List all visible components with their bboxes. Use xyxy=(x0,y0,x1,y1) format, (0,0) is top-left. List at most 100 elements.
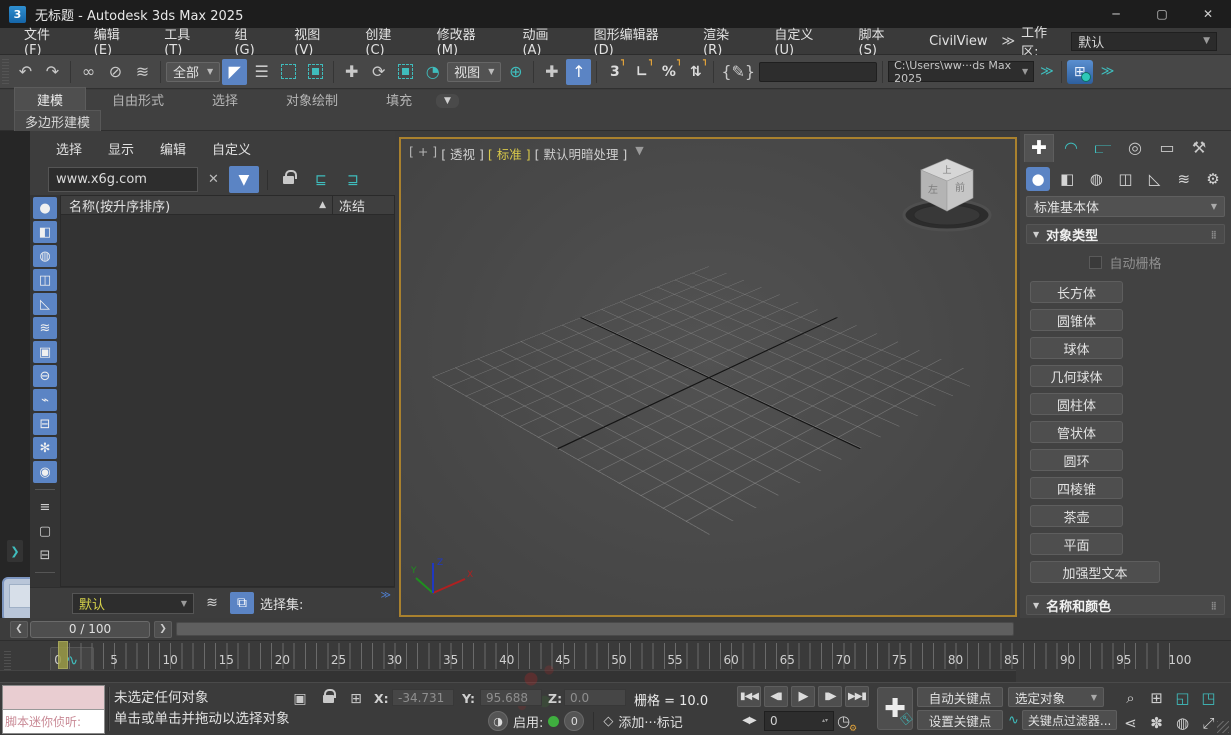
modify-tab[interactable]: ◠ xyxy=(1056,134,1086,162)
geosphere-button[interactable]: 几何球体 xyxy=(1030,365,1123,387)
explorer-menu-item[interactable]: 选择 xyxy=(56,139,82,158)
zoom-all-button[interactable]: ⊞ xyxy=(1144,686,1169,710)
search-filter-button[interactable]: ▼ xyxy=(228,166,259,193)
teapot-button[interactable]: 茶壶 xyxy=(1030,505,1123,527)
autogrid-checkbox[interactable] xyxy=(1089,256,1103,269)
display-xref-icon[interactable]: ✻ xyxy=(33,437,57,459)
percent-snap-button[interactable]: % xyxy=(656,59,681,85)
per-view-filter-icon[interactable]: ▼ xyxy=(635,144,643,163)
display-bones-icon[interactable]: ⌁ xyxy=(33,389,57,411)
torus-button[interactable]: 圆环 xyxy=(1030,449,1123,471)
previous-frame-arrow[interactable]: ❮ xyxy=(10,620,28,638)
select-and-manipulate-button[interactable]: ↑ xyxy=(566,58,592,85)
auto-key-button[interactable]: 自动关键点 xyxy=(917,687,1003,707)
use-pivot-center-button[interactable]: ⊕ xyxy=(503,59,528,85)
geometry-category-button[interactable]: ● xyxy=(1026,167,1051,191)
name-column-header[interactable]: 名称(按升序排序) ▲ xyxy=(61,196,332,215)
footer-overflow-icon[interactable]: ≫ xyxy=(381,590,392,601)
ribbon-tab-selection[interactable]: 选择 xyxy=(190,88,260,111)
name-color-rollout-header[interactable]: ▼ 名称和颜色 ⣿ xyxy=(1026,595,1225,615)
viewport-menu-general[interactable]: [ + ] xyxy=(409,144,437,163)
zoom-extents-all-button[interactable]: ◳ xyxy=(1196,686,1221,710)
display-spacewarps-icon[interactable]: ≋ xyxy=(33,317,57,339)
select-and-place-button[interactable]: ◔ xyxy=(420,59,445,85)
named-selection-set-field[interactable] xyxy=(759,61,878,82)
frame-spinner[interactable]: ▴▾ xyxy=(822,718,828,724)
next-frame-button[interactable]: ▮▶ xyxy=(818,686,842,707)
explorer-search-input[interactable]: www.x6g.com xyxy=(48,167,198,192)
current-frame-field[interactable]: 0 ▴▾ xyxy=(764,710,834,731)
select-by-name-button[interactable]: ☰ xyxy=(249,59,274,85)
zoom-extents-button[interactable]: ◱ xyxy=(1170,686,1195,710)
select-and-move-button[interactable]: ✚ xyxy=(339,59,364,85)
y-coordinate-field[interactable]: 95.688 xyxy=(480,689,542,706)
spinner-snap-button[interactable]: ⇅ xyxy=(683,59,708,85)
helpers-category-button[interactable]: ◺ xyxy=(1143,167,1167,191)
rectangular-selection-region-button[interactable] xyxy=(276,59,301,85)
ribbon-options-dropdown[interactable]: ▼ xyxy=(436,94,459,108)
layers-icon[interactable]: ≋ xyxy=(200,592,224,614)
box-button[interactable]: 长方体 xyxy=(1030,281,1123,303)
ribbon-tab-object-paint[interactable]: 对象绘制 xyxy=(264,88,360,111)
lights-category-button[interactable]: ◍ xyxy=(1084,167,1108,191)
redo-button[interactable]: ↷ xyxy=(40,59,65,85)
viewcube[interactable]: 上 左 前 xyxy=(899,153,995,239)
previous-frame-button[interactable]: ◀▮ xyxy=(764,686,788,707)
display-tab[interactable]: ▭ xyxy=(1152,134,1182,162)
display-frozen-icon[interactable]: ⊟ xyxy=(33,413,57,435)
lock-explorer-button[interactable] xyxy=(276,168,302,192)
play-button[interactable]: ▶ xyxy=(791,686,815,707)
display-hidden-icon[interactable]: ◉ xyxy=(33,461,57,483)
workspace-dropdown[interactable]: 默认 ▼ xyxy=(1071,31,1217,51)
display-geometry-icon[interactable]: ● xyxy=(33,197,57,219)
display-containers-icon[interactable]: ⊖ xyxy=(33,365,57,387)
display-lights-icon[interactable]: ◍ xyxy=(33,245,57,267)
perspective-viewport[interactable]: [ + ] [ 透视 ] [ 标准 ] [ 默认明暗处理 ] ▼ 上 左 前 X… xyxy=(399,137,1017,617)
selection-filter-dropdown[interactable]: 全部 ▼ xyxy=(166,61,221,82)
time-configuration-button[interactable]: ◷ xyxy=(837,712,857,734)
selection-lock-icon[interactable] xyxy=(316,689,340,709)
next-frame-arrow[interactable]: ❯ xyxy=(154,620,172,638)
sphere-button[interactable]: 球体 xyxy=(1030,337,1123,359)
display-cameras-icon[interactable]: ◫ xyxy=(33,269,57,291)
adaptive-degradation-icon[interactable]: ◑ xyxy=(488,711,508,731)
zoom-button[interactable]: ⌕ xyxy=(1118,686,1143,710)
select-object-button[interactable]: ◤ xyxy=(222,58,248,85)
x-coordinate-field[interactable]: -34.731 xyxy=(392,689,454,706)
undo-button[interactable]: ↶ xyxy=(13,59,38,85)
motion-tab[interactable]: ◎ xyxy=(1120,134,1150,162)
select-and-rotate-button[interactable]: ⟳ xyxy=(366,59,391,85)
explorer-menu-item[interactable]: 编辑 xyxy=(160,139,186,158)
menu-overflow-icon[interactable]: ≫ xyxy=(1002,34,1016,49)
time-slider-handle[interactable]: 0 / 100 xyxy=(30,620,150,638)
tube-button[interactable]: 管状体 xyxy=(1030,421,1123,443)
explorer-rows-empty[interactable] xyxy=(61,215,394,586)
edit-named-selection-sets-button[interactable]: {✎} xyxy=(719,59,757,85)
plane-button[interactable]: 平面 xyxy=(1030,533,1123,555)
set-key-button[interactable]: 设置关键点 xyxy=(917,710,1003,730)
menu-item[interactable]: CivilView xyxy=(915,30,1001,53)
window-resize-grip[interactable] xyxy=(1217,721,1229,733)
field-of-view-button[interactable]: ⋖ xyxy=(1118,711,1143,735)
freeze-column-header[interactable]: 冻结 xyxy=(332,195,394,215)
set-keys-button[interactable]: ✚ ⚿ xyxy=(877,687,916,730)
shapes-category-button[interactable]: ◧ xyxy=(1055,167,1079,191)
toolbar-grip[interactable] xyxy=(2,59,9,84)
trackbar-playhead[interactable] xyxy=(58,641,68,669)
snap-toggle-button[interactable]: 3 xyxy=(602,59,627,85)
display-groups-icon[interactable]: ▣ xyxy=(33,341,57,363)
expand-panel-button[interactable]: ❯ xyxy=(7,540,23,562)
reference-coordinate-dropdown[interactable]: 视图 ▼ xyxy=(447,61,502,82)
text-plus-button[interactable]: 加强型文本 xyxy=(1030,561,1160,583)
unlink-selection-button[interactable]: ⊘ xyxy=(103,59,128,85)
select-and-move-small-button[interactable]: ✚ xyxy=(539,59,564,85)
add-time-tag[interactable]: 添加···标记 xyxy=(618,712,682,731)
render-flyout-icon[interactable]: ≫ xyxy=(1101,64,1115,79)
bind-to-spacewarp-button[interactable]: ≋ xyxy=(130,59,155,85)
select-and-link-button[interactable]: ∞ xyxy=(76,59,101,85)
cylinder-button[interactable]: 圆柱体 xyxy=(1030,393,1123,415)
expand-hierarchy-button[interactable]: ⊑ xyxy=(308,168,334,192)
zero-badge-icon[interactable]: 0 xyxy=(564,711,585,731)
go-to-end-button[interactable]: ▶▶▮ xyxy=(845,686,869,707)
empty-box-icon[interactable]: ▢ xyxy=(33,520,57,542)
